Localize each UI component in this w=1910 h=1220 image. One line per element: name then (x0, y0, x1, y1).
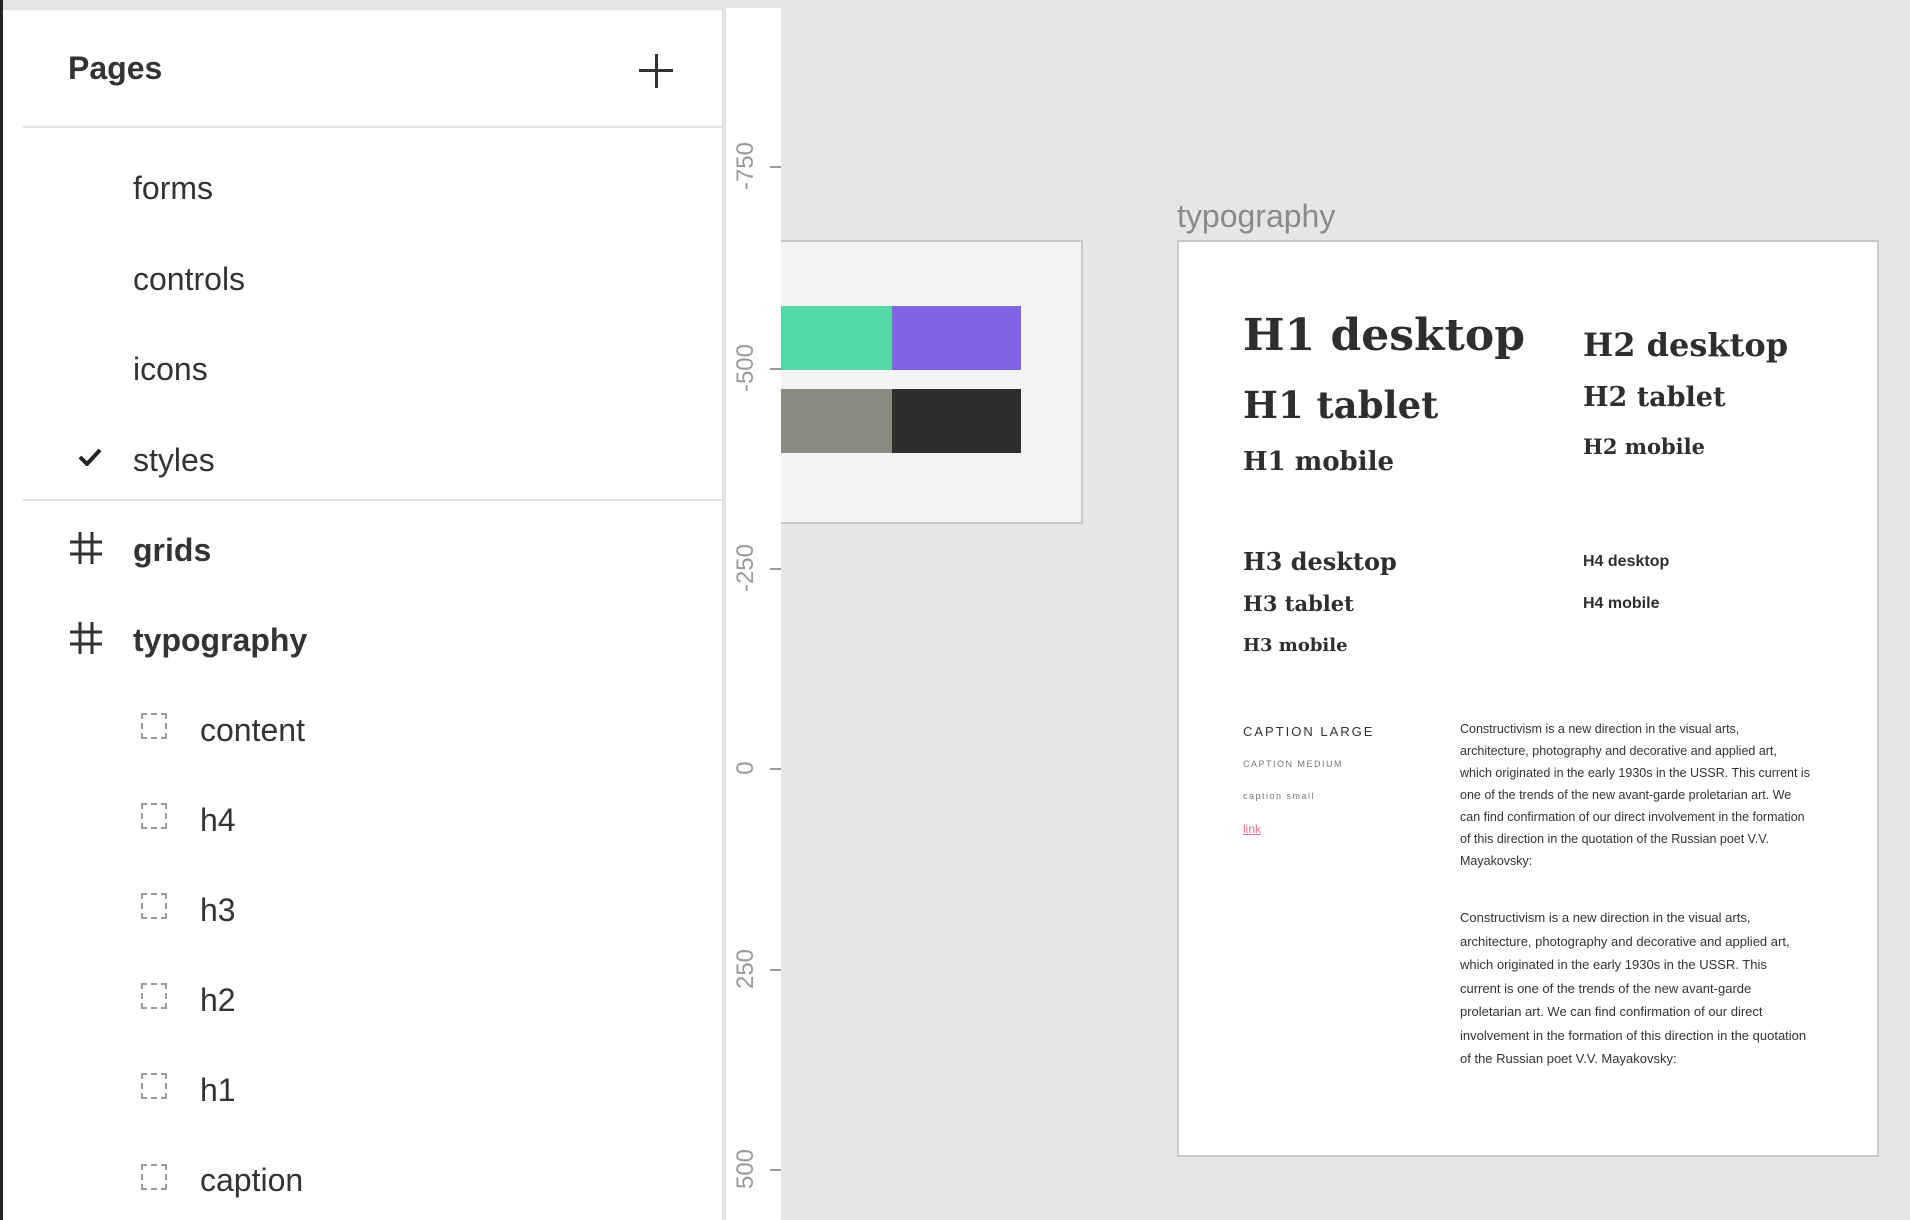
typography-frame[interactable]: H1 desktop H1 tablet H1 mobile H2 deskto… (1177, 240, 1879, 1157)
layer-caption[interactable]: caption (200, 1162, 303, 1199)
paragraph-sample-2[interactable]: Constructivism is a new direction in the… (1460, 906, 1810, 1071)
pages-sidebar: Pages forms controls icons styles grids … (3, 8, 724, 1220)
frame-hash-icon (70, 532, 102, 564)
group-dashed-icon (141, 1073, 167, 1099)
layer-h1[interactable]: h1 (200, 1072, 236, 1109)
ruler-tick (770, 368, 781, 370)
h3-tablet[interactable]: H3 tablet (1243, 591, 1354, 616)
h1-mobile[interactable]: H1 mobile (1243, 447, 1394, 477)
pages-title: Pages (68, 50, 163, 86)
ruler-tick (770, 1169, 781, 1171)
ruler-tick (770, 568, 781, 570)
add-page-button[interactable] (633, 48, 681, 96)
page-item-icons[interactable]: icons (133, 351, 208, 388)
h2-tablet[interactable]: H2 tablet (1583, 382, 1725, 413)
h1-tablet[interactable]: H1 tablet (1243, 383, 1438, 427)
layer-h4[interactable]: h4 (200, 802, 236, 839)
swatch-green[interactable] (781, 306, 892, 370)
layer-grids[interactable]: grids (133, 532, 211, 569)
ruler-tick (770, 166, 781, 168)
page-item-controls[interactable]: controls (133, 261, 245, 298)
h3-desktop[interactable]: H3 desktop (1243, 547, 1397, 576)
ruler-label: 500 (732, 1148, 759, 1190)
group-dashed-icon (141, 803, 167, 829)
group-dashed-icon (141, 983, 167, 1009)
h3-mobile[interactable]: H3 mobile (1243, 635, 1348, 656)
pages-header: Pages (23, 10, 723, 128)
layer-content[interactable]: content (200, 712, 305, 749)
page-item-forms[interactable]: forms (133, 170, 213, 207)
h4-mobile[interactable]: H4 mobile (1583, 595, 1659, 613)
swatch-gray[interactable] (781, 389, 892, 453)
ruler-label: 250 (732, 948, 759, 990)
ruler-label: -750 (732, 141, 759, 191)
layer-h3[interactable]: h3 (200, 892, 236, 929)
layer-h2[interactable]: h2 (200, 982, 236, 1019)
caption-medium[interactable]: CAPTION MEDIUM (1243, 759, 1343, 769)
color-palette-frame[interactable] (781, 240, 1083, 524)
ruler-label: -500 (732, 343, 759, 393)
caption-small[interactable]: caption small (1243, 791, 1315, 801)
frame-hash-icon (70, 622, 102, 654)
frame-title-label[interactable]: typography (1177, 198, 1335, 235)
checkmark-icon (78, 448, 102, 466)
h1-desktop[interactable]: H1 desktop (1243, 310, 1525, 361)
page-item-styles[interactable]: styles (133, 442, 215, 479)
h4-desktop[interactable]: H4 desktop (1583, 553, 1669, 571)
caption-large[interactable]: CAPTION LARGE (1243, 724, 1374, 739)
group-dashed-icon (141, 1164, 167, 1190)
ruler-tick (770, 768, 781, 770)
ruler-tick (770, 969, 781, 971)
layer-typography[interactable]: typography (133, 622, 307, 659)
ruler-label: -250 (732, 543, 759, 593)
group-dashed-icon (141, 893, 167, 919)
link-sample[interactable]: link (1243, 822, 1261, 836)
ruler-label: 0 (732, 761, 759, 775)
h2-mobile[interactable]: H2 mobile (1583, 434, 1705, 459)
pages-divider (23, 499, 723, 501)
group-dashed-icon (141, 713, 167, 739)
swatch-dark[interactable] (892, 389, 1021, 453)
paragraph-sample-1[interactable]: Constructivism is a new direction in the… (1460, 718, 1810, 872)
h2-desktop[interactable]: H2 desktop (1583, 326, 1788, 364)
swatch-purple[interactable] (892, 306, 1021, 370)
